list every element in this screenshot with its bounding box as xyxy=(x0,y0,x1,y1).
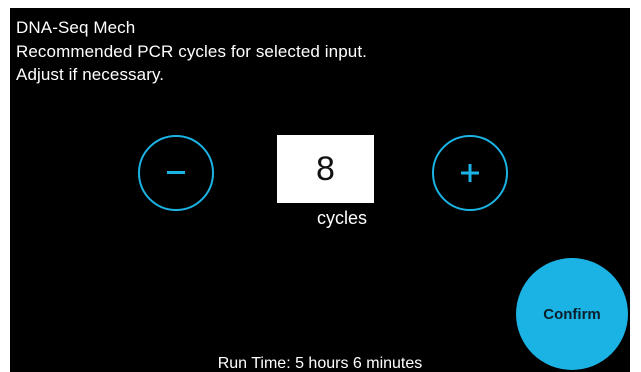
instruction-line: Recommended PCR cycles for selected inpu… xyxy=(16,41,367,61)
run-time-text: Run Time: 5 hours 6 minutes xyxy=(217,355,423,372)
decrement-button[interactable] xyxy=(138,135,214,211)
instruction-line-2: Adjust if necessary. xyxy=(16,65,165,84)
cycles-value-field[interactable]: 8 xyxy=(277,135,374,203)
cycles-value: 8 xyxy=(316,149,335,188)
cycles-unit-label: cycles xyxy=(316,208,367,228)
confirm-button-label: Confirm xyxy=(543,305,601,323)
instructions-header: DNA-Seq Mech Recommended PCR cycles for … xyxy=(16,16,367,87)
protocol-title: DNA-Seq Mech xyxy=(16,18,136,37)
minus-icon xyxy=(167,171,185,174)
plus-icon xyxy=(461,164,479,182)
pcr-cycles-screen: DNA-Seq Mech Recommended PCR cycles for … xyxy=(10,8,630,372)
increment-button[interactable] xyxy=(432,135,508,211)
confirm-button[interactable]: Confirm xyxy=(516,258,628,370)
